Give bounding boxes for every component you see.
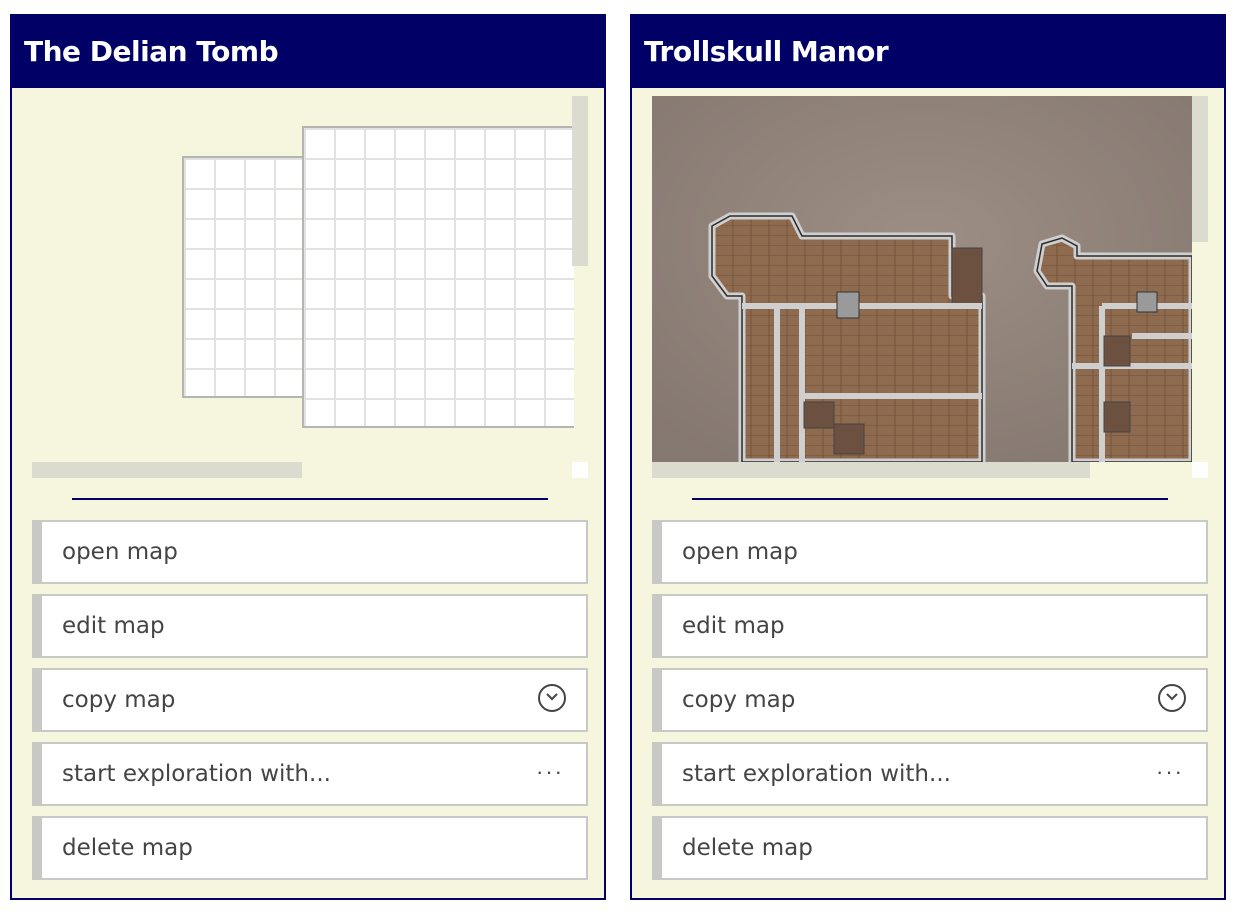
map-preview[interactable] bbox=[652, 96, 1208, 480]
action-label: open map bbox=[62, 539, 178, 565]
action-label: open map bbox=[682, 539, 798, 565]
open-map-button[interactable]: open map bbox=[32, 520, 588, 584]
vertical-scrollbar[interactable] bbox=[572, 96, 588, 266]
action-label: start exploration with... bbox=[682, 761, 951, 787]
copy-map-button[interactable]: copy map bbox=[32, 668, 588, 732]
action-label: edit map bbox=[62, 613, 165, 639]
map-preview[interactable] bbox=[32, 96, 588, 480]
divider bbox=[692, 498, 1168, 500]
action-list: open map edit map copy map start explora… bbox=[32, 520, 588, 890]
action-label: copy map bbox=[682, 687, 796, 713]
action-label: start exploration with... bbox=[62, 761, 331, 787]
floor-plan-map-image bbox=[652, 96, 1192, 462]
map-grid-sheet bbox=[182, 156, 306, 398]
action-label: edit map bbox=[682, 613, 785, 639]
map-card-trollskull-manor: Trollskull Manor open map edit map copy … bbox=[630, 14, 1226, 900]
edit-map-button[interactable]: edit map bbox=[32, 594, 588, 658]
edit-map-button[interactable]: edit map bbox=[652, 594, 1208, 658]
chevron-down-circle-icon[interactable] bbox=[1158, 684, 1186, 712]
divider bbox=[72, 498, 548, 500]
action-label: delete map bbox=[62, 835, 193, 861]
start-exploration-button[interactable]: start exploration with... ··· bbox=[652, 742, 1208, 806]
horizontal-scrollbar[interactable] bbox=[32, 462, 302, 478]
delete-map-button[interactable]: delete map bbox=[32, 816, 588, 880]
action-label: copy map bbox=[62, 687, 176, 713]
delete-map-button[interactable]: delete map bbox=[652, 816, 1208, 880]
card-title: Trollskull Manor bbox=[632, 16, 1224, 88]
copy-map-button[interactable]: copy map bbox=[652, 668, 1208, 732]
vertical-scrollbar[interactable] bbox=[1192, 96, 1208, 242]
scroll-corner bbox=[1192, 462, 1208, 478]
ellipsis-icon[interactable]: ··· bbox=[536, 744, 564, 800]
action-label: delete map bbox=[682, 835, 813, 861]
horizontal-scrollbar[interactable] bbox=[652, 462, 1090, 478]
start-exploration-button[interactable]: start exploration with... ··· bbox=[32, 742, 588, 806]
chevron-down-circle-icon[interactable] bbox=[538, 684, 566, 712]
map-grid-sheet bbox=[302, 126, 574, 428]
action-list: open map edit map copy map start explora… bbox=[652, 520, 1208, 890]
scroll-corner bbox=[572, 462, 588, 478]
card-title: The Delian Tomb bbox=[12, 16, 604, 88]
open-map-button[interactable]: open map bbox=[652, 520, 1208, 584]
ellipsis-icon[interactable]: ··· bbox=[1156, 744, 1184, 800]
map-card-delian-tomb: The Delian Tomb open map edit map copy m… bbox=[10, 14, 606, 900]
